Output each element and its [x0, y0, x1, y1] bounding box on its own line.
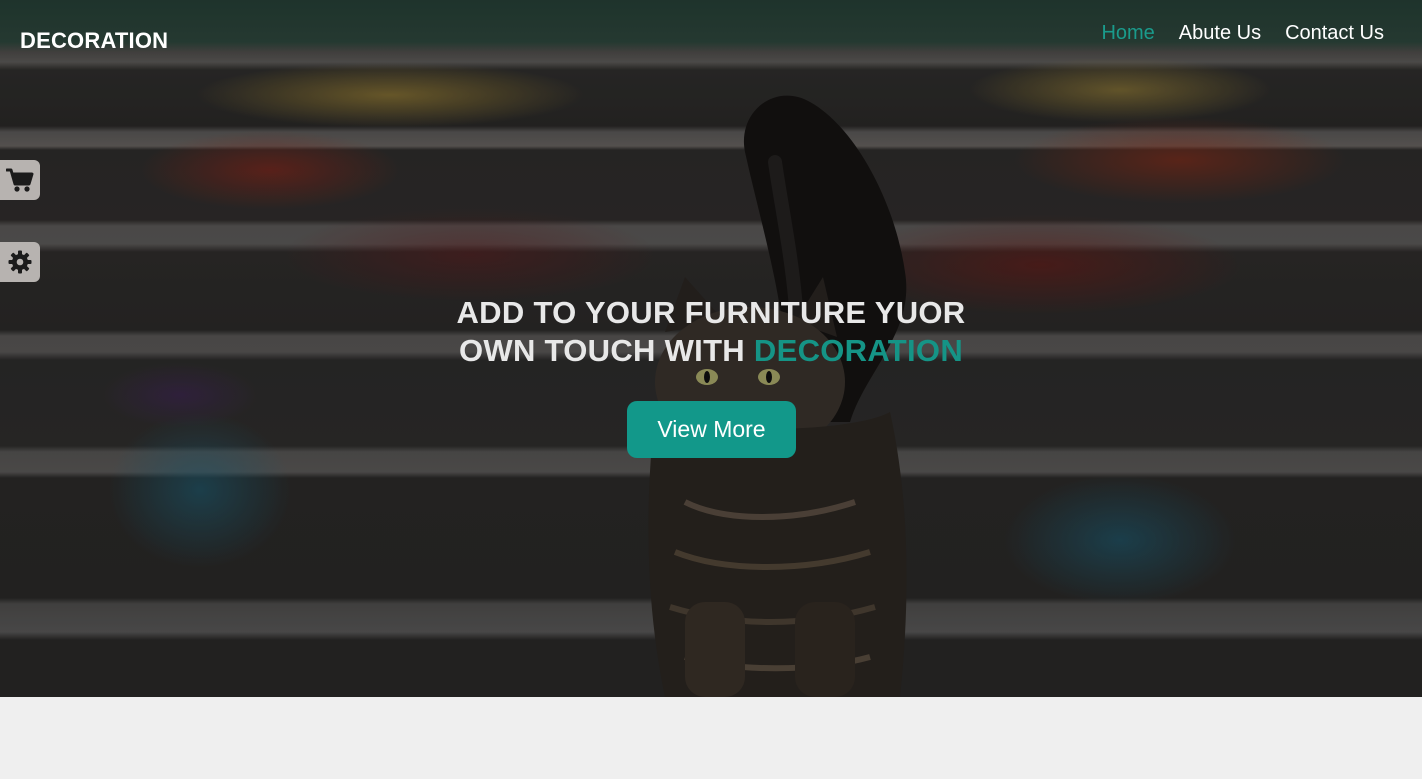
hero-headline-accent: DECORATION: [753, 333, 964, 368]
view-more-button[interactable]: View More: [627, 401, 796, 458]
nav-link-about-us[interactable]: Abute Us: [1179, 22, 1261, 45]
cart-icon: [6, 168, 34, 192]
hero-headline-line2: OWN TOUCH WITH: [458, 333, 754, 368]
main-nav: Home Abute Us Contact Us: [1101, 22, 1384, 45]
hero-section: DECORATION Home Abute Us Contact Us ADD …: [0, 0, 1422, 697]
site-logo[interactable]: DECORATION: [20, 28, 168, 54]
cart-button[interactable]: [0, 160, 40, 200]
hero-headline-line1: ADD TO YOUR FURNITURE YUOR: [456, 295, 966, 330]
settings-button[interactable]: [0, 242, 40, 282]
gear-icon: [8, 250, 32, 274]
nav-link-contact-us[interactable]: Contact Us: [1285, 22, 1384, 45]
nav-link-home[interactable]: Home: [1101, 22, 1154, 45]
hero-headline: ADD TO YOUR FURNITURE YUOR OWN TOUCH WIT…: [0, 294, 1422, 370]
